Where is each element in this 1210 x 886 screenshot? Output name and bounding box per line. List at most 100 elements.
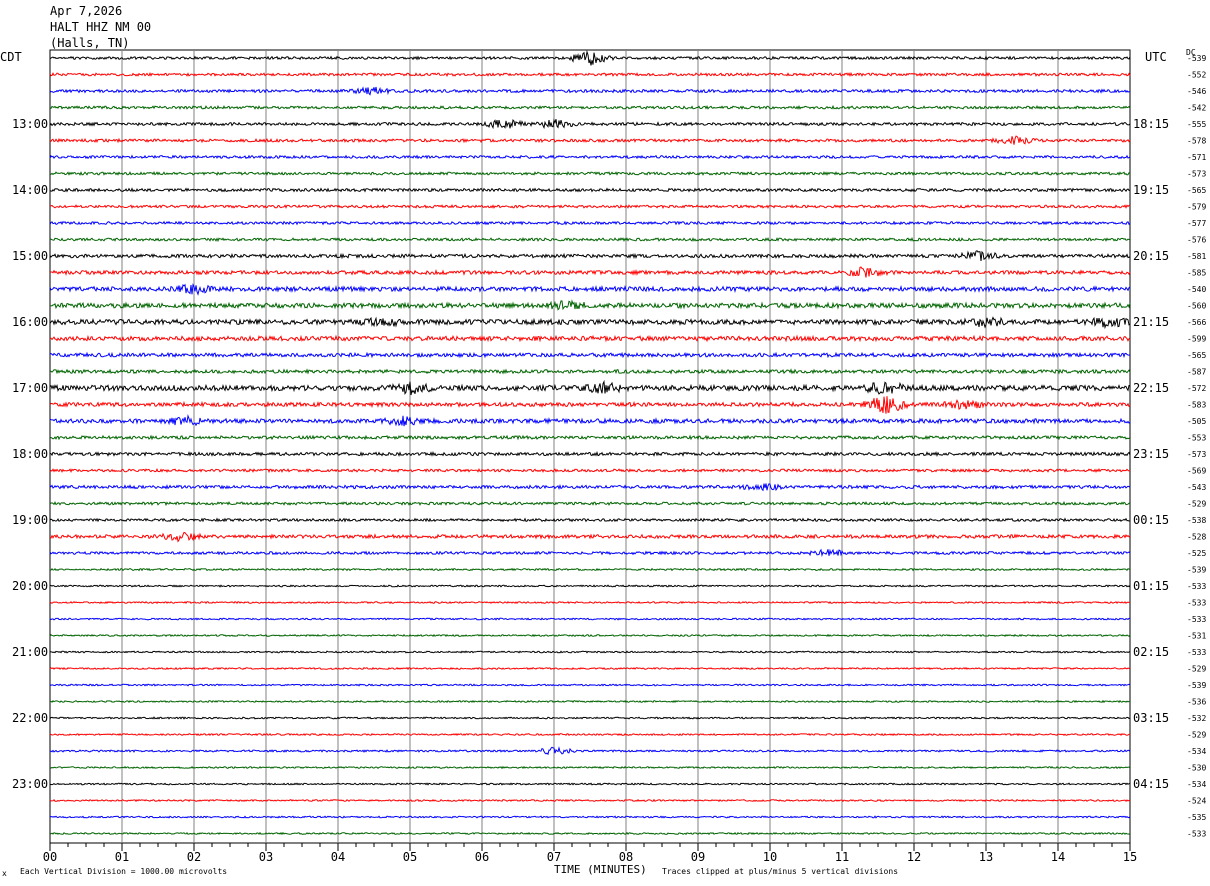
dc-offset-label: -538	[1187, 516, 1206, 525]
footer-mark: x	[2, 869, 7, 878]
dc-offset-label: -533	[1187, 648, 1206, 657]
dc-offset-label: -573	[1187, 170, 1206, 179]
seismic-trace	[49, 831, 1131, 836]
dc-offset-label: -573	[1187, 450, 1206, 459]
x-axis-title: TIME (MINUTES)	[554, 863, 647, 876]
x-tick-label: 10	[763, 850, 777, 864]
dc-offset-label: -566	[1187, 318, 1206, 327]
dc-offset-label: -529	[1187, 500, 1206, 509]
dc-offset-label: -535	[1187, 813, 1206, 822]
left-hour-label: 13:00	[12, 117, 48, 131]
seismic-trace	[49, 746, 1131, 756]
seismic-trace	[49, 584, 1131, 588]
helicorder-plot: 00 01 02 03 04 05 06 07 08 09 10 11 12 13 14 15 -539 -55…	[12, 49, 1206, 864]
right-hour-label: 21:15	[1133, 315, 1169, 329]
seismic-trace	[49, 204, 1131, 209]
left-hour-label: 22:00	[12, 711, 48, 725]
seismic-trace	[49, 86, 1131, 96]
seismic-trace	[49, 299, 1131, 311]
x-tick-label: 09	[691, 850, 705, 864]
seismic-trace	[49, 316, 1131, 330]
seismic-trace	[49, 266, 1131, 278]
dc-offset-label: -578	[1187, 137, 1206, 146]
x-tick-label: 04	[331, 850, 345, 864]
seismic-trace	[49, 548, 1131, 558]
left-hour-label: 21:00	[12, 645, 48, 659]
dc-offset-label: -533	[1187, 582, 1206, 591]
dc-offset-label: -530	[1187, 764, 1206, 773]
seismic-trace	[49, 716, 1131, 720]
dc-offset-label: -555	[1187, 120, 1206, 129]
seismic-trace	[49, 467, 1131, 474]
time-axis: 00 01 02 03 04 05 06 07 08 09 10 11 12 13 14 15	[43, 843, 1137, 864]
right-hour-label: 03:15	[1133, 711, 1169, 725]
dc-offset-label: -540	[1187, 285, 1206, 294]
dc-offset-label: -532	[1187, 714, 1206, 723]
seismic-trace	[49, 250, 1131, 262]
seismic-trace	[49, 237, 1131, 243]
x-tick-label: 13	[979, 850, 993, 864]
left-hour-label: 17:00	[12, 381, 48, 395]
left-hour-label: 20:00	[12, 579, 48, 593]
minute-gridlines	[49, 49, 1131, 844]
left-hour-label: 23:00	[12, 777, 48, 791]
dc-offset-label: -579	[1187, 203, 1206, 212]
dc-offset-label: -599	[1187, 335, 1206, 344]
x-tick-label: 15	[1123, 850, 1137, 864]
dc-offset-label: -539	[1187, 566, 1206, 575]
x-tick-label: 00	[43, 850, 57, 864]
left-hour-label: 15:00	[12, 249, 48, 263]
dc-offset-label: -533	[1187, 615, 1206, 624]
seismic-trace	[49, 500, 1131, 507]
dc-offset-label: -585	[1187, 269, 1206, 278]
seismic-trace	[49, 782, 1131, 786]
seismic-trace	[49, 666, 1131, 671]
seismic-trace	[49, 450, 1131, 458]
dc-offset-label: -543	[1187, 483, 1206, 492]
seismic-trace	[49, 49, 1131, 66]
seismic-trace	[49, 187, 1131, 193]
dc-offset-label: -525	[1187, 549, 1206, 558]
seismic-trace	[49, 765, 1131, 770]
left-hour-label: 18:00	[12, 447, 48, 461]
left-hour-label: 16:00	[12, 315, 48, 329]
footer-scale-note: Each Vertical Division = 1000.00 microvo…	[20, 867, 228, 876]
seismic-trace	[49, 396, 1131, 414]
dc-offset-label: -529	[1187, 665, 1206, 674]
x-tick-label: 03	[259, 850, 273, 864]
dc-offset-label: -583	[1187, 401, 1206, 410]
seismic-trace	[50, 531, 1131, 543]
seismic-trace	[49, 351, 1131, 359]
x-tick-label: 05	[403, 850, 417, 864]
seismic-trace	[49, 334, 1131, 343]
left-hour-label: 14:00	[12, 183, 48, 197]
right-hour-label: 01:15	[1133, 579, 1169, 593]
seismic-trace	[49, 104, 1131, 110]
x-tick-label: 01	[115, 850, 129, 864]
left-hour-label: 19:00	[12, 513, 48, 527]
seismic-trace	[49, 71, 1131, 78]
seismic-trace	[49, 517, 1131, 523]
dc-offset-label: -542	[1187, 104, 1206, 113]
dc-offset-label: -576	[1187, 236, 1206, 245]
seismic-trace	[49, 732, 1131, 737]
right-hour-label: 20:15	[1133, 249, 1169, 263]
seismic-trace	[49, 368, 1131, 375]
dc-offset-label: -577	[1187, 219, 1206, 228]
seismic-trace	[49, 699, 1131, 704]
seismic-trace	[49, 379, 1131, 396]
seismic-traces	[49, 49, 1131, 836]
seismic-trace	[49, 567, 1131, 572]
seismic-trace	[49, 434, 1131, 441]
dc-offset-label: -587	[1187, 368, 1206, 377]
right-hour-label: 04:15	[1133, 777, 1169, 791]
right-hour-label: 00:15	[1133, 513, 1169, 527]
dc-offset-label: -524	[1187, 797, 1206, 806]
seismic-trace	[49, 118, 1131, 130]
seismic-trace	[49, 154, 1131, 160]
x-tick-label: 07	[547, 850, 561, 864]
seismic-trace	[49, 600, 1131, 605]
seismic-trace	[49, 650, 1131, 654]
seismic-trace	[49, 220, 1131, 226]
seismic-trace	[49, 798, 1131, 803]
